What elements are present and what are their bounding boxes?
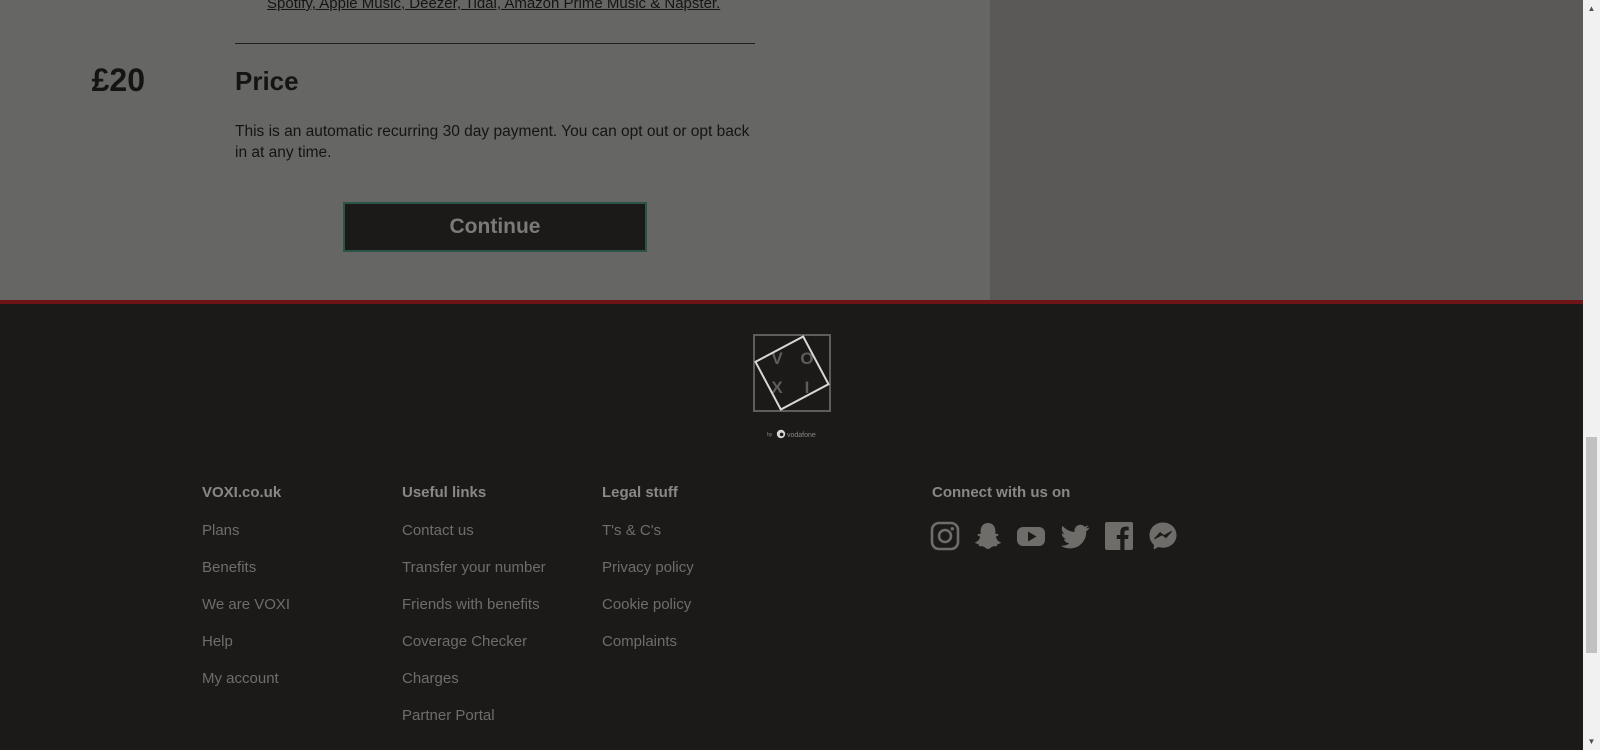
divider (235, 43, 755, 44)
footer-col-legal-title: Legal stuff (602, 484, 678, 501)
page-scrollbar[interactable]: ▲ ▼ (1583, 0, 1600, 750)
footer-link-privacy[interactable]: Privacy policy (602, 559, 694, 576)
messenger-icon[interactable] (1148, 521, 1178, 551)
footer-link-terms[interactable]: T's & C's (602, 522, 661, 539)
scrollbar-thumb[interactable] (1586, 437, 1597, 653)
voxi-logo[interactable]: V O X I by vodafone (753, 334, 833, 444)
footer-link-help[interactable]: Help (202, 633, 233, 650)
streaming-services-link[interactable]: Spotify, Apple Music, Deezer, Tidal, Ama… (267, 0, 720, 12)
scroll-down-arrow-icon[interactable]: ▼ (1583, 733, 1600, 750)
voxi-logo-mark: V O X I by vodafone (753, 334, 831, 439)
footer-link-benefits[interactable]: Benefits (202, 559, 256, 576)
snapchat-icon[interactable] (973, 521, 1003, 551)
logo-by-text: by (767, 432, 773, 438)
footer-link-charges[interactable]: Charges (402, 670, 459, 687)
logo-brand-text: vodafone (787, 432, 816, 439)
site-footer: V O X I by vodafone VOXI.co.uk Plans Ben… (0, 304, 1583, 750)
footer-link-transfer-number[interactable]: Transfer your number (402, 559, 546, 576)
footer-link-my-account[interactable]: My account (202, 670, 279, 687)
price-label: Price (235, 66, 299, 96)
footer-link-friends-benefits[interactable]: Friends with benefits (402, 596, 540, 613)
footer-social-title: Connect with us on (932, 484, 1071, 501)
price-note: This is an automatic recurring 30 day pa… (235, 123, 750, 161)
footer-col-useful-title: Useful links (402, 484, 487, 501)
footer-col-voxi-title: VOXI.co.uk (202, 484, 282, 501)
youtube-icon[interactable] (1016, 521, 1046, 551)
footer-link-coverage-checker[interactable]: Coverage Checker (402, 633, 527, 650)
footer-link-partner-portal[interactable]: Partner Portal (402, 707, 495, 724)
price-value: £20 (91, 62, 145, 98)
continue-button[interactable]: Continue (343, 202, 647, 252)
footer-link-complaints[interactable]: Complaints (602, 633, 677, 650)
plan-summary-panel: Spotify, Apple Music, Deezer, Tidal, Ama… (0, 0, 990, 300)
footer-link-cookie[interactable]: Cookie policy (602, 596, 691, 613)
footer-link-we-are-voxi[interactable]: We are VOXI (202, 596, 290, 613)
facebook-icon[interactable] (1104, 521, 1134, 551)
plan-summary-section: Spotify, Apple Music, Deezer, Tidal, Ama… (0, 0, 1583, 300)
instagram-icon[interactable] (930, 521, 960, 551)
footer-link-plans[interactable]: Plans (202, 522, 240, 539)
footer-link-contact-us[interactable]: Contact us (402, 522, 474, 539)
scroll-up-arrow-icon[interactable]: ▲ (1583, 0, 1600, 17)
overlay-right-panel (990, 0, 1583, 300)
twitter-icon[interactable] (1060, 521, 1090, 551)
